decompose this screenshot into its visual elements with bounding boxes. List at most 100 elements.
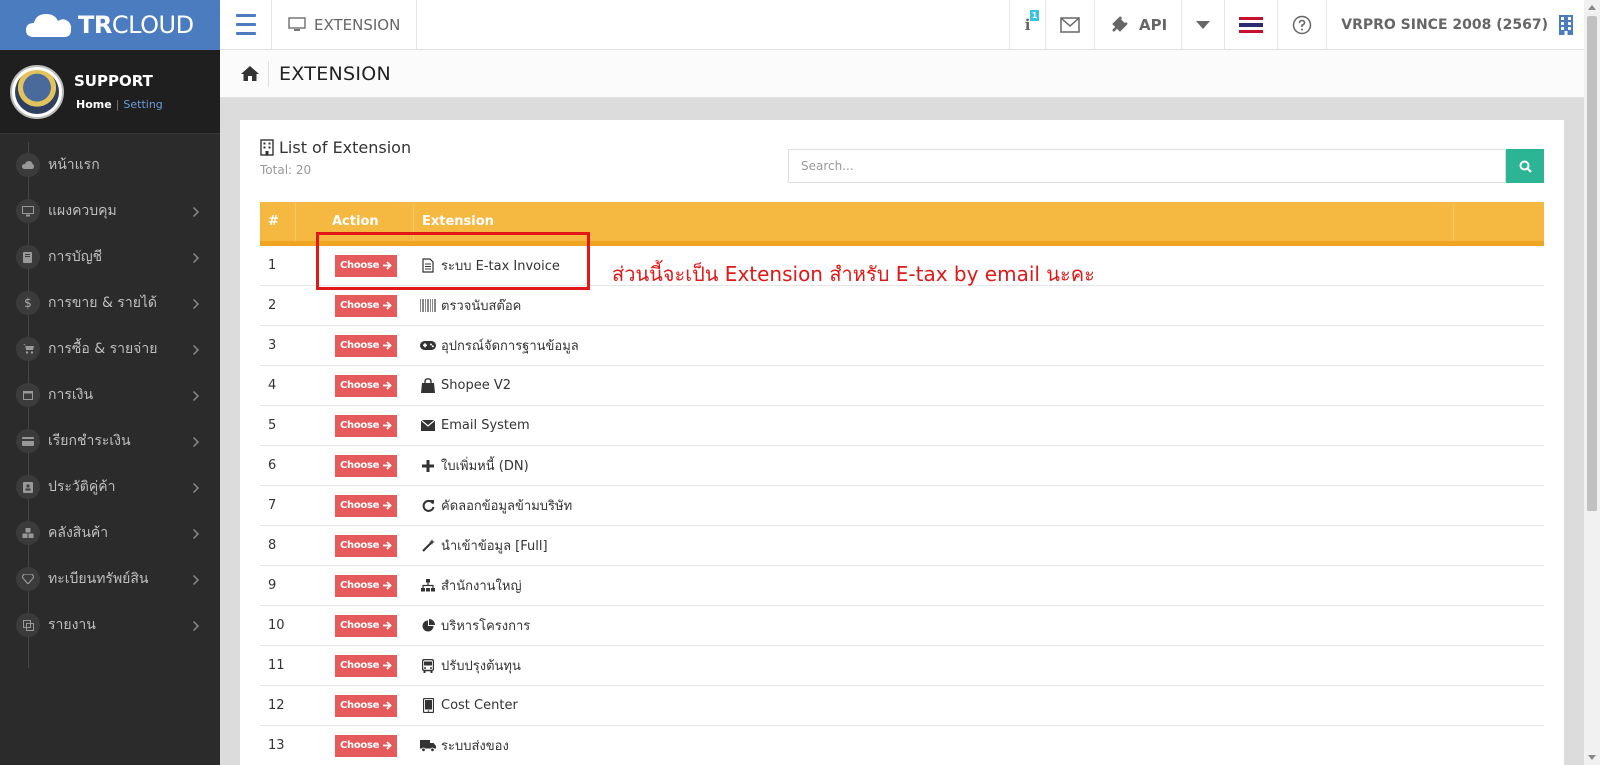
profile-link-separator: | [115,98,120,111]
help-button[interactable] [1277,0,1326,50]
notification-badge: 1 [1030,9,1040,21]
refresh-icon [420,499,436,513]
plus-icon [420,459,436,473]
table-row: 10 Choose บริหารโครงการ [260,606,1544,646]
barcode-icon [420,299,436,313]
choose-label: Choose [340,540,380,551]
row-number: 3 [268,338,277,353]
choose-button[interactable]: Choose [335,494,398,517]
chevron-right-icon [192,620,200,635]
magic-wand-icon [420,539,436,553]
search-button[interactable] [1506,149,1544,183]
table-row: 2 Choose ตรวจนับสต๊อค [260,286,1544,326]
sidebar-item-contact-book[interactable]: ประวัติคู่ค้า [0,464,220,510]
api-button[interactable]: API [1094,0,1181,50]
row-number: 4 [268,378,277,393]
extension-cell: Cost Center [414,698,518,713]
search-icon [1519,160,1532,173]
mail-button[interactable] [1045,0,1094,50]
arrow-right-icon [383,621,392,630]
credit-card-icon [16,429,40,453]
row-number: 10 [268,618,285,633]
annotation-highlight-box [316,232,590,290]
sidebar-menu: หน้าแรก แผงควบคุม การบัญชี $ การขาย & รายได้… [0,134,220,668]
choose-button[interactable]: Choose [335,734,398,757]
row-number: 8 [268,538,277,553]
profile-setting-link[interactable]: Setting [123,98,162,111]
home-icon[interactable] [240,60,269,87]
company-selector[interactable]: VRPRO SINCE 2008 (2567) [1326,0,1584,50]
extension-cell: คัดลอกข้อมูลข้ามบริษัท [414,495,572,516]
sidebar-item-monitor[interactable]: แผงควบคุม [0,188,220,234]
page-title: EXTENSION [279,62,392,85]
table-row: 12 Choose Cost Center [260,686,1544,726]
diamond-icon [16,567,40,591]
sidebar-item-cubes[interactable]: คลังสินค้า [0,510,220,556]
extension-cell: อุปกรณ์จัดการฐานข้อมูล [414,335,579,356]
avatar[interactable] [10,64,64,119]
arrow-right-icon [383,461,392,470]
extension-cell: Shopee V2 [414,378,511,393]
choose-button[interactable]: Choose [335,694,398,717]
choose-button[interactable]: Choose [335,374,398,397]
sidebar-item-calendar[interactable]: การเงิน [0,372,220,418]
sitemap-icon [420,579,436,593]
contact-book-icon [16,475,40,499]
topbar-section[interactable]: EXTENSION [272,0,418,50]
arrow-right-icon [383,581,392,590]
chevron-right-icon [192,206,200,221]
choose-button[interactable]: Choose [335,294,398,317]
shopping-bag-icon [420,378,436,393]
sidebar-item-cloud[interactable]: หน้าแรก [0,142,220,188]
extension-name: ใบเพิ่มหนี้ (DN) [441,459,529,474]
book-icon [16,245,40,269]
scroll-up-arrow-icon[interactable] [1588,5,1596,10]
search-input[interactable] [788,149,1506,183]
sidebar-item-diamond[interactable]: ทะเบียนทรัพย์สิน [0,556,220,602]
sidebar-item-book[interactable]: การบัญชี [0,234,220,280]
api-label: API [1139,15,1168,34]
question-circle-icon [1292,15,1312,34]
sidebar-item-cart[interactable]: การซื้อ & รายจ่าย [0,326,220,372]
sidebar-item-credit-card[interactable]: เรียกชำระเงิน [0,418,220,464]
info-button[interactable]: i 1 [1009,0,1045,50]
menu-toggle-button[interactable] [220,0,272,50]
extension-name: ปรับปรุงต้นทุน [441,659,521,674]
row-number: 2 [268,298,277,313]
chevron-right-icon [192,390,200,405]
page-scrollbar[interactable] [1584,0,1600,765]
choose-label: Choose [340,700,380,711]
choose-button[interactable]: Choose [335,334,398,357]
scroll-down-arrow-icon[interactable] [1588,755,1596,760]
scrollbar-thumb[interactable] [1587,16,1597,511]
bus-icon [420,658,436,673]
sidebar-item-copy[interactable]: รายงาน [0,602,220,648]
choose-button[interactable]: Choose [335,414,398,437]
table-row: 13 Choose ระบบส่งของ [260,726,1544,765]
dropdown-button[interactable] [1181,0,1224,50]
envelope-icon [1060,16,1080,33]
arrow-right-icon [383,541,392,550]
sidebar-item-label: ทะเบียนทรัพย์สิน [48,571,149,587]
topbar-section-label: EXTENSION [314,15,401,34]
extension-cell: Email System [414,418,530,433]
brand-logo[interactable]: TR CLOUD [0,0,220,50]
sidebar-item-dollar[interactable]: $ การขาย & รายได้ [0,280,220,326]
choose-button[interactable]: Choose [335,574,398,597]
sidebar-item-label: การซื้อ & รายจ่าย [48,341,158,357]
calendar-icon [16,383,40,407]
total-count: Total: 20 [260,163,312,177]
brand-cloud: CLOUD [111,11,194,39]
extension-name: ระบบส่งของ [441,739,509,754]
choose-button[interactable]: Choose [335,454,398,477]
choose-button[interactable]: Choose [335,654,398,677]
choose-button[interactable]: Choose [335,614,398,637]
choose-label: Choose [340,500,380,511]
column-header-num[interactable]: # [260,202,296,241]
language-button[interactable] [1224,0,1277,50]
cart-icon [16,337,40,361]
choose-button[interactable]: Choose [335,534,398,557]
profile-home-link[interactable]: Home [76,98,112,111]
building-icon [1559,14,1573,35]
choose-label: Choose [340,740,380,751]
